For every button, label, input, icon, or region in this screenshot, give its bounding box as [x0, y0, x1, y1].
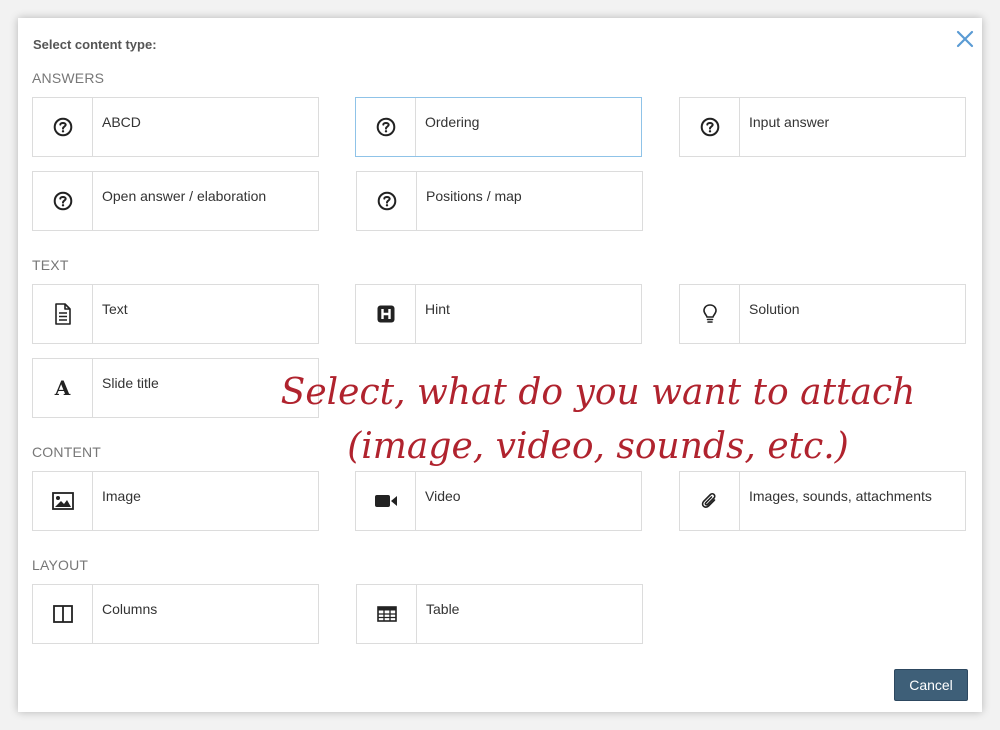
content-type-solution[interactable]: Solution: [679, 284, 966, 344]
question-circle-icon: [700, 117, 719, 137]
content-type-label: Image: [102, 488, 141, 504]
cancel-button[interactable]: Cancel: [894, 669, 968, 701]
content-type-label: Video: [425, 488, 461, 504]
close-icon: [956, 30, 974, 48]
section-label-content: CONTENT: [32, 444, 102, 460]
close-button[interactable]: [954, 28, 976, 50]
content-type-label: Images, sounds, attachments: [749, 488, 932, 504]
annotation-line-2: (image, video, sounds, etc.): [347, 426, 849, 467]
columns-icon: [52, 605, 73, 623]
content-type-attachments[interactable]: Images, sounds, attachments: [679, 471, 966, 531]
content-type-label: Slide title: [102, 375, 159, 391]
content-type-table[interactable]: Table: [356, 584, 643, 644]
section-label-text: TEXT: [32, 257, 69, 273]
annotation-line-1: Select, what do you want to attach: [280, 372, 916, 413]
paperclip-icon: [701, 492, 716, 508]
hint-h-icon: [377, 305, 394, 323]
content-type-open-answer[interactable]: Open answer / elaboration: [32, 171, 319, 231]
content-type-image[interactable]: Image: [32, 471, 319, 531]
content-type-label: Table: [426, 601, 460, 617]
content-type-label: Input answer: [749, 114, 830, 130]
content-type-label: Open answer / elaboration: [102, 188, 267, 204]
content-type-label: Positions / map: [426, 188, 522, 204]
question-circle-icon: [377, 191, 396, 211]
content-type-slide-title[interactable]: A Slide title: [32, 358, 319, 418]
table-icon: [376, 606, 397, 622]
content-type-label: Solution: [749, 301, 800, 317]
section-label-layout: LAYOUT: [32, 557, 89, 573]
content-type-label: Text: [102, 301, 128, 317]
dialog-title: Select content type:: [33, 37, 157, 52]
video-camera-icon: [374, 495, 397, 507]
content-type-video[interactable]: Video: [355, 471, 642, 531]
content-type-ordering[interactable]: Ordering: [355, 97, 642, 157]
lightbulb-icon: [702, 304, 717, 323]
font-a-icon: A: [54, 376, 71, 400]
content-type-label: Hint: [425, 301, 450, 317]
content-type-label: Ordering: [425, 114, 480, 130]
question-circle-icon: [53, 191, 72, 211]
content-type-label: ABCD: [102, 114, 141, 130]
select-content-type-dialog: Select content type: ANSWERS ABCD Orderi…: [18, 18, 982, 712]
content-type-columns[interactable]: Columns: [32, 584, 319, 644]
section-label-answers: ANSWERS: [32, 70, 105, 86]
image-icon: [51, 492, 74, 510]
content-type-label: Columns: [102, 601, 158, 617]
content-type-positions-map[interactable]: Positions / map: [356, 171, 643, 231]
content-type-hint[interactable]: Hint: [355, 284, 642, 344]
content-type-input-answer[interactable]: Input answer: [679, 97, 966, 157]
document-icon: [54, 303, 71, 325]
question-circle-icon: [376, 117, 395, 137]
content-type-text[interactable]: Text: [32, 284, 319, 344]
handwritten-annotation: Select, what do you want to attach (imag…: [268, 366, 928, 474]
content-type-abcd[interactable]: ABCD: [32, 97, 319, 157]
question-circle-icon: [53, 117, 72, 137]
